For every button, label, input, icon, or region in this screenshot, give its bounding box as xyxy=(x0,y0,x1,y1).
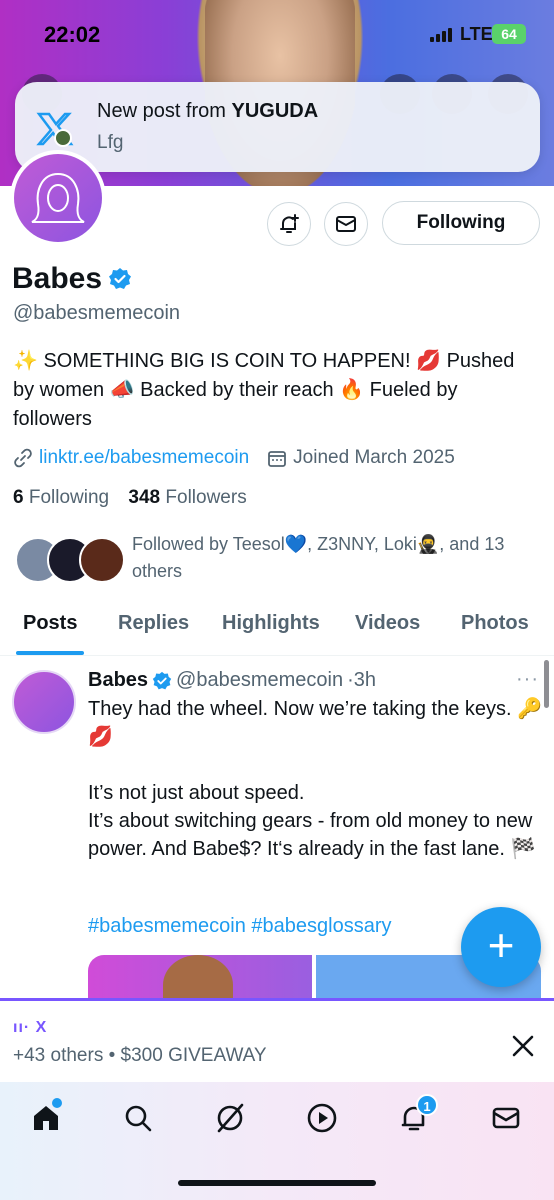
followers-count-link[interactable]: 348 Followers xyxy=(128,487,246,508)
clock: 22:02 xyxy=(44,22,101,47)
avatar xyxy=(79,537,125,583)
push-notification[interactable]: New post from YUGUDA Lfg xyxy=(15,82,540,172)
calendar-icon xyxy=(268,451,287,467)
compose-post-button[interactable]: + xyxy=(461,907,541,987)
link-icon xyxy=(14,448,32,468)
post-media-image[interactable] xyxy=(88,955,312,1003)
following-count-link[interactable]: 6 Following xyxy=(13,487,109,508)
media-photo xyxy=(163,955,233,1003)
profile-name: Babes xyxy=(12,262,132,296)
signal-icon xyxy=(430,28,452,42)
profile-name-text: Babes xyxy=(12,262,103,295)
scrollbar[interactable] xyxy=(544,660,549,708)
verified-badge-icon xyxy=(109,268,132,289)
envelope-icon xyxy=(492,1107,520,1129)
post-author-avatar[interactable] xyxy=(12,670,76,734)
notification-title: New post from YUGUDA xyxy=(97,100,319,122)
spaces-bar[interactable]: ıı· X +43 others • $300 GIVEAWAY xyxy=(0,998,554,1082)
status-bar: 22:02 LTE 64 xyxy=(0,0,554,70)
grok-icon xyxy=(217,1103,244,1133)
x-app-icon xyxy=(36,112,74,147)
tab-photos[interactable]: Photos xyxy=(461,612,529,635)
tab-highlights[interactable]: Highlights xyxy=(222,612,320,635)
notification-body: Lfg xyxy=(97,132,124,153)
bell-plus-icon xyxy=(280,214,299,233)
woman-illustration-icon xyxy=(31,172,85,223)
active-tab-indicator xyxy=(16,651,84,655)
nav-grok[interactable] xyxy=(210,1098,250,1138)
nav-search[interactable] xyxy=(118,1098,158,1138)
profile-meta: linktr.ee/babesmemecoin Joined March 202… xyxy=(13,447,455,469)
nav-notifications[interactable]: 1 xyxy=(394,1094,438,1138)
battery-icon: 64 xyxy=(492,24,526,44)
envelope-icon xyxy=(336,216,356,232)
profile-handle: @babesmemecoin xyxy=(13,302,181,324)
profile-tabs: Posts Replies Highlights Videos Photos xyxy=(0,600,554,656)
verified-badge-icon xyxy=(152,671,172,689)
video-icon xyxy=(307,1103,337,1133)
following-button[interactable]: Following xyxy=(382,201,540,245)
tab-posts[interactable]: Posts xyxy=(23,612,77,635)
post-author-name[interactable]: Babes xyxy=(88,669,148,692)
message-button[interactable] xyxy=(324,202,368,246)
tab-replies[interactable]: Replies xyxy=(118,612,189,635)
home-unread-dot xyxy=(52,1098,62,1108)
post-hashtags[interactable]: #babesmemecoin #babesglossary xyxy=(88,915,392,938)
profile-bio: ✨ SOMETHING BIG IS COIN TO HAPPEN! 💋 Pus… xyxy=(13,350,515,430)
avatar-image xyxy=(14,154,102,242)
nav-messages[interactable] xyxy=(486,1098,526,1138)
network-label: LTE xyxy=(460,24,493,44)
notifications-badge: 1 xyxy=(416,1094,438,1116)
profile-avatar[interactable] xyxy=(10,150,106,246)
home-indicator[interactable] xyxy=(178,1180,376,1186)
follow-counts: 6 Following 348 Followers xyxy=(13,487,247,509)
post-more-icon[interactable]: ··· xyxy=(516,668,539,691)
close-icon[interactable] xyxy=(508,1031,538,1061)
post-header: Babes @babesmemecoin ·3h xyxy=(88,669,376,692)
notify-bell-button[interactable] xyxy=(267,202,311,246)
tab-videos[interactable]: Videos xyxy=(355,612,420,635)
spaces-brand: X xyxy=(35,1019,48,1036)
post-time: ·3h xyxy=(347,669,376,691)
followed-by-text[interactable]: Followed by Teesol💙, Z3NNY, Loki🥷, and 1… xyxy=(132,531,542,585)
search-icon xyxy=(125,1105,152,1132)
nav-video[interactable] xyxy=(302,1098,342,1138)
post-author-handle: @babesmemecoin xyxy=(176,669,344,691)
notification-user: YUGUDA xyxy=(231,100,319,122)
joined-date: Joined March 2025 xyxy=(293,447,455,468)
nav-home[interactable] xyxy=(26,1098,66,1138)
post-text: They had the wheel. Now we’re taking the… xyxy=(88,698,543,860)
profile-link[interactable]: linktr.ee/babesmemecoin xyxy=(39,447,249,469)
spaces-live-icon: ıı· X xyxy=(13,1019,48,1036)
spaces-text: +43 others • $300 GIVEAWAY xyxy=(13,1045,267,1066)
followed-by-avatars[interactable] xyxy=(15,537,125,583)
